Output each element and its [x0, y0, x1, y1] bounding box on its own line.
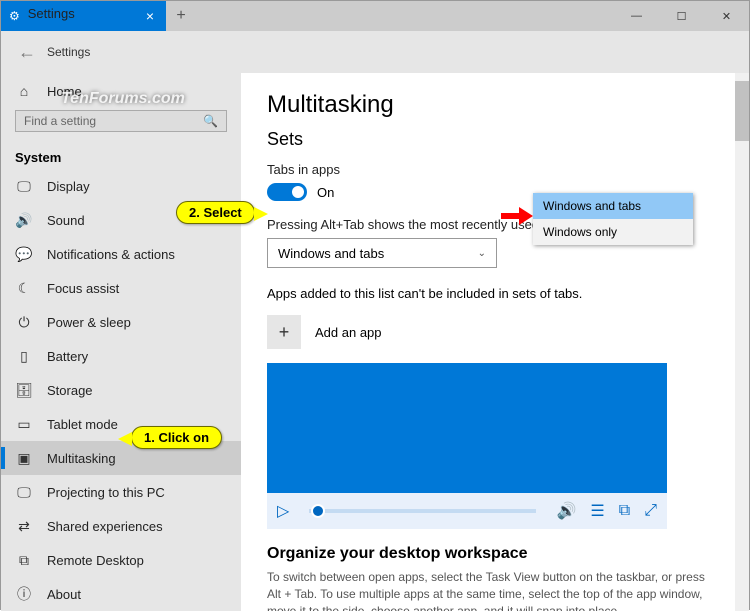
sidebar-item-storage[interactable]: 🗄 Storage: [1, 373, 241, 407]
sidebar-icon: ☾: [15, 280, 33, 297]
fullscreen-icon[interactable]: ⤢: [644, 502, 657, 520]
sidebar-item-label: Remote Desktop: [47, 553, 144, 568]
maximize-button[interactable]: ☐: [659, 1, 704, 31]
sidebar-item-label: Projecting to this PC: [47, 485, 165, 500]
sidebar-item-label: Notifications & actions: [47, 247, 175, 262]
toggle-track: [267, 183, 307, 201]
page-title: Multitasking: [267, 91, 723, 119]
alttab-dropdown[interactable]: Windows and tabs ⌄: [267, 238, 497, 268]
sidebar-item-remote-desktop[interactable]: ⧉ Remote Desktop: [1, 543, 241, 577]
toggle-state: On: [317, 185, 334, 200]
add-app-label: Add an app: [315, 325, 382, 340]
setting-note: Apps added to this list can't be include…: [267, 286, 723, 301]
titlebar: ⚙ Settings × + — ☐ ✕: [1, 1, 749, 31]
new-tab-button[interactable]: +: [166, 1, 196, 31]
sidebar-item-notifications-actions[interactable]: 💬 Notifications & actions: [1, 237, 241, 271]
sidebar-icon: ▣: [15, 450, 33, 467]
sidebar-icon: 🖵: [15, 484, 33, 501]
annotation-callout: 1. Click on: [131, 426, 222, 449]
plus-icon: +: [267, 315, 301, 349]
tab-close-icon[interactable]: ×: [142, 8, 158, 24]
content: Multitasking Sets Tabs in apps On Pressi…: [241, 73, 749, 611]
sidebar-icon: 💬: [15, 246, 33, 263]
sidebar-icon: ▭: [15, 416, 33, 433]
sidebar-icon: 🗄: [15, 382, 33, 399]
video-controls: ▷ 🔊 ☰ ⧉ ⤢: [267, 493, 667, 529]
sidebar-item-label: Sound: [47, 213, 85, 228]
scrollbar[interactable]: [735, 73, 749, 611]
sidebar-item-about[interactable]: ⓘ About: [1, 577, 241, 611]
annotation-arrow: [501, 209, 531, 223]
sidebar-item-shared-experiences[interactable]: ⇄ Shared experiences: [1, 509, 241, 543]
sidebar-icon: ⧉: [15, 552, 33, 569]
sidebar-item-label: Storage: [47, 383, 93, 398]
sidebar-item-power-sleep[interactable]: ⏻ Power & sleep: [1, 305, 241, 339]
dropdown-popup: Windows and tabs Windows only: [533, 193, 693, 245]
play-icon[interactable]: ▷: [277, 501, 289, 521]
sidebar-item-label: Battery: [47, 349, 88, 364]
video-preview[interactable]: [267, 363, 667, 493]
window-close-button[interactable]: ✕: [704, 1, 749, 31]
dropdown-value: Windows and tabs: [278, 246, 384, 261]
chevron-down-icon: ⌄: [478, 248, 486, 259]
captions-icon[interactable]: ☰: [590, 501, 604, 521]
header: ← Settings: [1, 31, 749, 73]
home-icon: ⌂: [15, 83, 33, 99]
sidebar-icon: ▯: [15, 348, 33, 365]
annotation-callout: 2. Select: [176, 201, 255, 224]
app-tab[interactable]: ⚙ Settings ×: [1, 1, 166, 31]
sidebar-item-label: Multitasking: [47, 451, 116, 466]
sidebar-item-label: Display: [47, 179, 90, 194]
sidebar-group: System: [1, 142, 241, 169]
pip-icon[interactable]: ⧉: [619, 502, 630, 520]
minimize-button[interactable]: —: [614, 1, 659, 31]
dropdown-option[interactable]: Windows and tabs: [533, 193, 693, 219]
section-description: To switch between open apps, select the …: [267, 569, 707, 611]
sidebar-item-label: Home: [47, 84, 82, 99]
sidebar-icon: ⏻: [15, 314, 33, 331]
sidebar-item-label: Power & sleep: [47, 315, 131, 330]
sidebar-item-battery[interactable]: ▯ Battery: [1, 339, 241, 373]
sidebar-item-focus-assist[interactable]: ☾ Focus assist: [1, 271, 241, 305]
section-title: Organize your desktop workspace: [267, 545, 723, 563]
sidebar-item-label: Focus assist: [47, 281, 119, 296]
volume-icon[interactable]: 🔊: [556, 501, 576, 521]
search-placeholder: Find a setting: [24, 114, 96, 128]
sidebar-item-label: Tablet mode: [47, 417, 118, 432]
sidebar-item-label: About: [47, 587, 81, 602]
back-button[interactable]: ←: [13, 42, 41, 63]
sidebar-item-display[interactable]: 🖵 Display: [1, 169, 241, 203]
sidebar-item-label: Shared experiences: [47, 519, 163, 534]
sidebar-icon: ⇄: [15, 518, 33, 535]
sidebar-icon: ⓘ: [15, 584, 33, 604]
gear-icon: ⚙: [9, 9, 20, 23]
sidebar-item-projecting-to-this-pc[interactable]: 🖵 Projecting to this PC: [1, 475, 241, 509]
add-app-button[interactable]: + Add an app: [267, 315, 723, 349]
sidebar-icon: 🖵: [15, 178, 33, 195]
sidebar-item-home[interactable]: ⌂ Home: [1, 79, 241, 104]
section-title: Sets: [267, 129, 723, 150]
sidebar: ⌂ Home Find a setting 🔍 System 🖵 Display 🔊…: [1, 73, 241, 611]
sidebar-icon: 🔊: [15, 212, 33, 229]
dropdown-option[interactable]: Windows only: [533, 219, 693, 245]
setting-label: Tabs in apps: [267, 162, 723, 177]
header-title: Settings: [47, 45, 90, 59]
video-seek[interactable]: [309, 509, 536, 513]
search-input[interactable]: Find a setting 🔍: [15, 110, 227, 132]
search-icon: 🔍: [203, 114, 218, 128]
tab-label: Settings: [28, 6, 142, 21]
